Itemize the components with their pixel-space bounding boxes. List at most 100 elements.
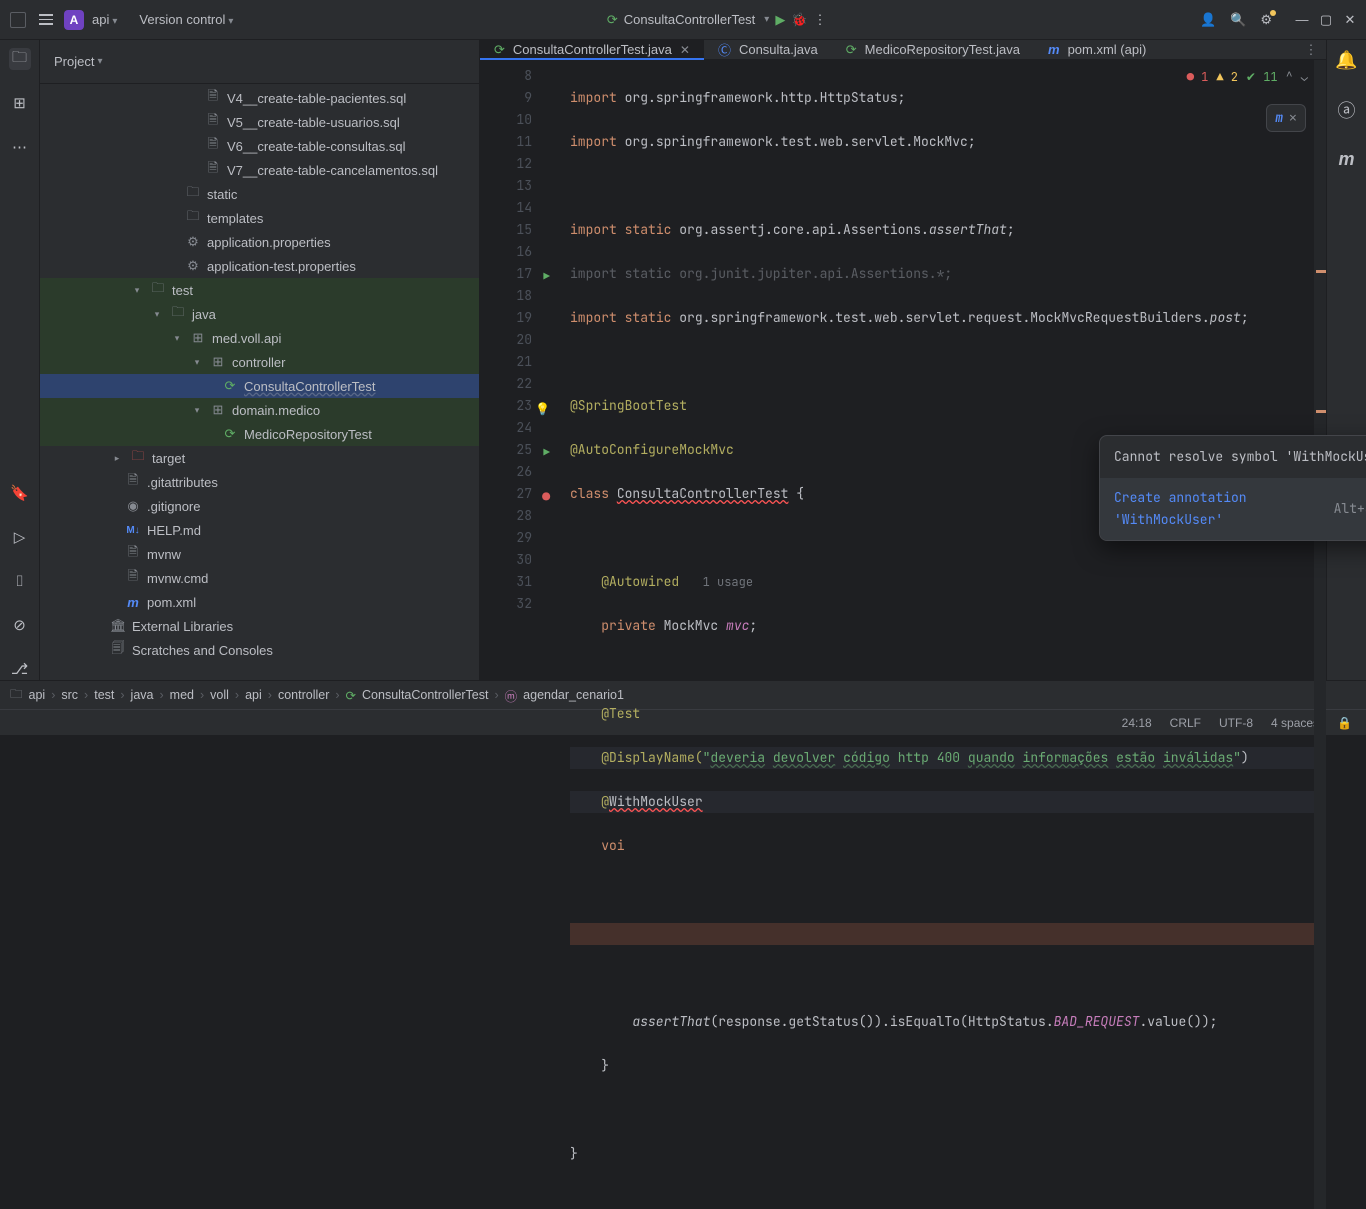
tree-external-libs[interactable]: 🏛External Libraries	[40, 614, 479, 638]
tab-active[interactable]: ⟳ConsultaControllerTest.java✕	[480, 40, 704, 59]
chevron-right-icon[interactable]: ▸	[110, 453, 124, 464]
ai-assistant-icon[interactable]: ⓐ	[1338, 97, 1356, 123]
bookmarks-tool-icon[interactable]: 🔖	[9, 482, 31, 504]
close-button[interactable]: ✕	[1342, 12, 1358, 28]
folder-icon: 🗀	[185, 183, 201, 205]
settings-icon[interactable]: ⚙	[1260, 12, 1272, 28]
services-tool-icon[interactable]: ▷	[9, 526, 31, 548]
tree-file[interactable]: 🗎mvnw.cmd	[40, 566, 479, 590]
popup-message: Cannot resolve symbol 'WithMockUser'	[1114, 446, 1366, 468]
test-class-icon: ⟳	[222, 426, 238, 442]
tree-folder-java[interactable]: ▾🗀java	[40, 302, 479, 326]
inspection-widget[interactable]: ● 1 ▲ 2 ✔ 11 ^ ⌄	[1187, 66, 1308, 88]
tree-file[interactable]: 🗎V6__create-table-consultas.sql	[40, 134, 479, 158]
tree-package[interactable]: ▾⊞med.voll.api	[40, 326, 479, 350]
notifications-icon[interactable]: 🔔	[1335, 50, 1357, 71]
more-tool-icon[interactable]: ⋯	[9, 136, 31, 158]
tree-package-domain[interactable]: ▾⊞domain.medico	[40, 398, 479, 422]
folder-icon: 🗀	[170, 303, 186, 325]
problems-tool-icon[interactable]: ⊘	[9, 614, 31, 636]
sql-file-icon: 🗎	[205, 135, 221, 157]
test-class-icon: ⟳	[494, 42, 505, 58]
tab[interactable]: mpom.xml (api)	[1034, 40, 1160, 59]
gutter[interactable]: 8910111213141516 17▶ 1819202122 23💡 24 2…	[480, 60, 540, 1209]
chevron-down-icon[interactable]: ▾	[190, 357, 204, 368]
inspection-nav-up-icon[interactable]: ^	[1286, 66, 1293, 88]
tree-class[interactable]: ⟳MedicoRepositoryTest	[40, 422, 479, 446]
tree-file[interactable]: 🗎V5__create-table-usuarios.sql	[40, 110, 479, 134]
git-tool-icon[interactable]: ⎇	[9, 658, 31, 680]
error-stripe[interactable]	[1314, 60, 1326, 1209]
tree-file[interactable]: M↓HELP.md	[40, 518, 479, 542]
tabs-more-icon[interactable]: ⋮	[1296, 40, 1326, 59]
class-icon: Ⓒ	[718, 40, 731, 59]
tree-file[interactable]: 🗎.gitattributes	[40, 470, 479, 494]
project-name[interactable]: api▾	[92, 12, 117, 27]
tree-folder[interactable]: 🗀static	[40, 182, 479, 206]
gear-icon: ⚙	[185, 258, 201, 274]
tree-scratches[interactable]: 🗐Scratches and Consoles	[40, 638, 479, 662]
inspection-nav-down-icon[interactable]: ⌄	[1301, 66, 1308, 88]
reader-mode-widget[interactable]: m✕	[1266, 104, 1306, 132]
readonly-toggle-icon[interactable]: 🔒	[1337, 716, 1352, 730]
main-menu-icon[interactable]	[36, 10, 56, 30]
run-button[interactable]: ▶	[775, 12, 785, 28]
chevron-down-icon[interactable]: ▾	[190, 405, 204, 416]
tree-file[interactable]: 🗎V4__create-table-pacientes.sql	[40, 86, 479, 110]
tree-class-selected[interactable]: ⟳ConsultaControllerTest	[40, 374, 479, 398]
terminal-tool-icon[interactable]: ⌷	[9, 570, 31, 592]
close-icon[interactable]: ✕	[1289, 107, 1297, 129]
popup-action-link[interactable]: Create annotation 'WithMockUser'	[1114, 487, 1320, 531]
error-popup: Cannot resolve symbol 'WithMockUser' ⋮ C…	[1099, 435, 1366, 541]
vcs-menu[interactable]: Version control▾	[139, 12, 233, 27]
app-icon[interactable]	[8, 10, 28, 30]
maven-tool-icon[interactable]: m	[1338, 149, 1354, 170]
minimize-button[interactable]: —	[1294, 12, 1310, 28]
left-tool-rail: 🗀 ⊞ ⋯ 🔖 ▷ ⌷ ⊘ ⎇	[0, 40, 40, 680]
tree-file-pom[interactable]: mpom.xml	[40, 590, 479, 614]
tree-package-controller[interactable]: ▾⊞controller	[40, 350, 479, 374]
tab[interactable]: ⒸConsulta.java	[704, 40, 832, 59]
chevron-down-icon[interactable]: ▾	[150, 309, 164, 320]
typo-badge[interactable]: ✔ 11	[1246, 66, 1278, 88]
error-badge[interactable]: ● 1	[1187, 66, 1209, 88]
editor-tabs: ⟳ConsultaControllerTest.java✕ ⒸConsulta.…	[480, 40, 1326, 60]
code-content[interactable]: import org.springframework.http.HttpStat…	[540, 60, 1326, 1209]
project-panel-header[interactable]: Project▾	[40, 40, 479, 84]
tab[interactable]: ⟳MedicoRepositoryTest.java	[832, 40, 1034, 59]
code-editor[interactable]: 8910111213141516 17▶ 1819202122 23💡 24 2…	[480, 60, 1326, 1209]
more-run-icon[interactable]: ⋮	[814, 12, 827, 28]
tree-file[interactable]: 🗎V7__create-table-cancelamentos.sql	[40, 158, 479, 182]
project-tree[interactable]: 🗎V4__create-table-pacientes.sql 🗎V5__cre…	[40, 84, 479, 680]
file-icon: 🗎	[125, 543, 141, 565]
maven-icon: m	[1048, 42, 1060, 57]
titlebar: A api▾ Version control▾ ⟳ ConsultaContro…	[0, 0, 1366, 40]
warning-badge[interactable]: ▲ 2	[1216, 66, 1238, 88]
project-panel: Project▾ 🗎V4__create-table-pacientes.sql…	[40, 40, 480, 680]
run-configuration[interactable]: ⟳ ConsultaControllerTest▾	[607, 12, 769, 28]
debug-button[interactable]: 🐞	[791, 12, 807, 28]
file-icon: 🗎	[125, 567, 141, 589]
tree-file[interactable]: ⚙application-test.properties	[40, 254, 479, 278]
search-icon[interactable]: 🔍	[1230, 12, 1246, 28]
tree-folder-target[interactable]: ▸🗀target	[40, 446, 479, 470]
tree-file[interactable]: 🗎mvnw	[40, 542, 479, 566]
tree-folder-test[interactable]: ▾🗀test	[40, 278, 479, 302]
excluded-folder-icon: 🗀	[130, 447, 146, 469]
tree-file[interactable]: ⚙application.properties	[40, 230, 479, 254]
project-tool-icon[interactable]: 🗀	[9, 48, 31, 70]
structure-tool-icon[interactable]: ⊞	[9, 92, 31, 114]
package-icon: ⊞	[210, 354, 226, 370]
sql-file-icon: 🗎	[205, 159, 221, 181]
close-icon[interactable]: ✕	[680, 43, 690, 57]
chevron-down-icon[interactable]: ▾	[130, 285, 144, 296]
folder-icon: 🗀	[185, 207, 201, 229]
chevron-down-icon[interactable]: ▾	[170, 333, 184, 344]
test-class-icon: ⟳	[222, 378, 238, 394]
project-badge[interactable]: A	[64, 10, 84, 30]
code-with-me-icon[interactable]: 👤	[1200, 12, 1216, 28]
tree-folder[interactable]: 🗀templates	[40, 206, 479, 230]
maximize-button[interactable]: ▢	[1318, 12, 1334, 28]
test-class-icon: ⟳	[846, 42, 857, 58]
tree-file[interactable]: ◉.gitignore	[40, 494, 479, 518]
